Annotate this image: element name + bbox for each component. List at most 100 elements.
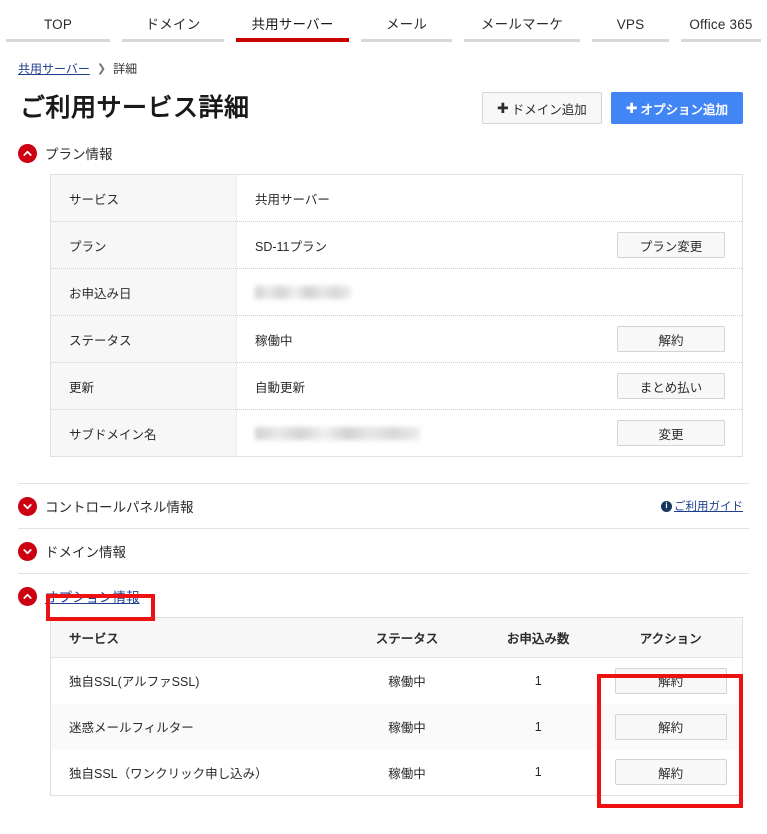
section-divider [18, 573, 749, 574]
section-divider [18, 483, 749, 484]
table-row: プラン SD-11プラン プラン変更 [50, 221, 743, 269]
nav-tab-mail-marketing[interactable]: メールマーケ [458, 17, 586, 42]
info-icon: i [661, 500, 672, 512]
option-table-head: サービス ステータス お申込み数 アクション [50, 617, 743, 658]
cancel-option-button[interactable]: 解約 [614, 713, 727, 740]
breadcrumb-separator-icon: ❯ [96, 62, 107, 75]
redacted-subdomain-name [255, 426, 420, 440]
column-header-service: サービス [50, 617, 337, 658]
header-actions: ✚ ドメイン追加 ✚ オプション追加 [482, 92, 743, 124]
chevron-down-icon[interactable] [18, 541, 37, 561]
plan-row-value-cell: 共用サーバー [237, 175, 743, 222]
table-row: サービス 共用サーバー [50, 174, 743, 222]
nav-tab-mail[interactable]: メール [355, 17, 458, 42]
nav-tab-label: 共用サーバー [251, 17, 334, 32]
page-title: ご利用サービス詳細 [20, 94, 250, 122]
change-subdomain-button[interactable]: 変更 [617, 420, 725, 446]
cancel-option-button[interactable]: 解約 [614, 667, 727, 694]
option-status: 稼働中 [388, 766, 426, 781]
nav-tab-label: メールマーケ [480, 17, 564, 32]
cancel-option-button[interactable]: 解約 [614, 759, 727, 786]
main-navigation: TOP ドメイン 共用サーバー メール メールマーケ VPS Office 36… [0, 0, 767, 42]
plan-row-label: お申込み日 [50, 268, 237, 316]
plus-icon: ✚ [625, 100, 638, 116]
table-row: お申込み日 [50, 268, 743, 316]
bulk-payment-button[interactable]: まとめ払い [617, 373, 725, 399]
option-service-name: 迷惑メールフィルター [50, 703, 337, 750]
plan-row-label: サービス [50, 174, 237, 222]
option-table-body: 独自SSL(アルファSSL) 稼働中 1 解約 迷惑メールフィルター 稼働中 1… [50, 658, 743, 796]
plan-row-value-cell: 変更 [236, 409, 743, 457]
nav-tab-shared-server[interactable]: 共用サーバー [230, 17, 355, 42]
nav-tab-label: メール [385, 17, 428, 32]
nav-tab-label: VPS [616, 17, 645, 32]
plan-row-label: プラン [50, 221, 237, 269]
plan-row-value-cell: SD-11プラン プラン変更 [236, 221, 743, 269]
redacted-application-date [255, 285, 351, 299]
column-header-action: アクション [599, 617, 743, 658]
plan-row-label: ステータス [50, 315, 237, 363]
option-action-cell: 解約 [599, 703, 743, 750]
nav-tab-office365[interactable]: Office 365 [675, 17, 767, 42]
section-title-option-info[interactable]: オプション情報 [45, 586, 140, 606]
nav-tab-label: TOP [43, 17, 73, 32]
option-count: 1 [477, 703, 600, 750]
section-header-plan-info[interactable]: プラン情報 [0, 142, 767, 164]
chevron-up-icon[interactable] [18, 143, 37, 163]
section-divider [18, 528, 749, 529]
plan-row-label: 更新 [50, 362, 237, 410]
option-count: 1 [534, 673, 542, 688]
nav-tab-top[interactable]: TOP [0, 17, 116, 42]
add-domain-button[interactable]: ✚ ドメイン追加 [482, 92, 602, 124]
plan-info-table-body: サービス 共用サーバー プラン SD-11プラン プラン変更 お申込み日 ステー… [50, 174, 743, 457]
cancel-service-button[interactable]: 解約 [617, 326, 725, 352]
plan-row-value: SD-11プラン [255, 239, 328, 254]
section-header-option-info[interactable]: オプション情報 [0, 585, 767, 607]
usage-guide-link[interactable]: i ご利用ガイド [661, 498, 743, 514]
section-title-control-panel-info: コントロールパネル情報 [45, 500, 194, 515]
nav-tab-label: Office 365 [689, 17, 753, 32]
option-action-cell: 解約 [599, 750, 742, 796]
column-header-status: ステータス [336, 617, 478, 658]
plus-icon: ✚ [497, 100, 509, 116]
usage-guide-label: ご利用ガイド [674, 501, 743, 513]
nav-tab-domain[interactable]: ドメイン [116, 17, 230, 42]
section-header-domain-info[interactable]: ドメイン情報 [0, 540, 767, 562]
table-row: 独自SSL(アルファSSL) 稼働中 1 解約 [51, 658, 743, 704]
option-count: 1 [534, 765, 542, 780]
option-status: 稼働中 [336, 703, 478, 750]
chevron-up-icon[interactable] [18, 586, 37, 606]
table-row: 独自SSL（ワンクリック申し込み） 稼働中 1 解約 [51, 750, 743, 796]
option-service-name: 独自SSL（ワンクリック申し込み） [69, 766, 268, 781]
plan-row-label: サブドメイン名 [50, 409, 237, 457]
table-header-row: サービス ステータス お申込み数 アクション [50, 617, 743, 658]
chevron-down-icon[interactable] [18, 496, 37, 516]
option-action-cell: 解約 [599, 658, 742, 704]
add-domain-label: ドメイン追加 [511, 102, 587, 117]
add-option-label: オプション追加 [640, 102, 728, 117]
table-row: 迷惑メールフィルター 稼働中 1 解約 [50, 703, 743, 750]
plan-row-value-cell: 稼働中 解約 [236, 315, 743, 363]
add-option-button[interactable]: ✚ オプション追加 [610, 92, 743, 124]
renewal-value: 自動更新 [255, 380, 306, 395]
section-header-control-panel-info[interactable]: コントロールパネル情報 i ご利用ガイド [0, 495, 767, 517]
change-plan-button[interactable]: プラン変更 [617, 232, 725, 258]
option-service-name: 独自SSL(アルファSSL) [69, 675, 200, 690]
table-row: ステータス 稼働中 解約 [50, 315, 743, 363]
option-info-table: サービス ステータス お申込み数 アクション 独自SSL(アルファSSL) 稼働… [50, 617, 743, 796]
section-title-domain-info: ドメイン情報 [45, 545, 126, 560]
status-value: 稼働中 [255, 333, 293, 348]
page-header: ご利用サービス詳細 ✚ ドメイン追加 ✚ オプション追加 [0, 78, 767, 124]
option-status: 稼働中 [388, 675, 426, 690]
table-row: サブドメイン名 変更 [50, 409, 743, 457]
plan-row-value: 共用サーバー [255, 192, 330, 207]
nav-tab-label: ドメイン [145, 17, 201, 32]
column-header-count: お申込み数 [477, 617, 600, 658]
breadcrumb-link-shared-server[interactable]: 共用サーバー [18, 60, 90, 77]
breadcrumb: 共用サーバー ❯ 詳細 [0, 42, 767, 78]
plan-row-value-cell [236, 268, 743, 316]
breadcrumb-current: 詳細 [113, 61, 138, 76]
plan-row-value-cell: 自動更新 まとめ払い [236, 362, 743, 410]
nav-tab-vps[interactable]: VPS [586, 17, 675, 42]
section-title-plan-info: プラン情報 [45, 147, 113, 162]
